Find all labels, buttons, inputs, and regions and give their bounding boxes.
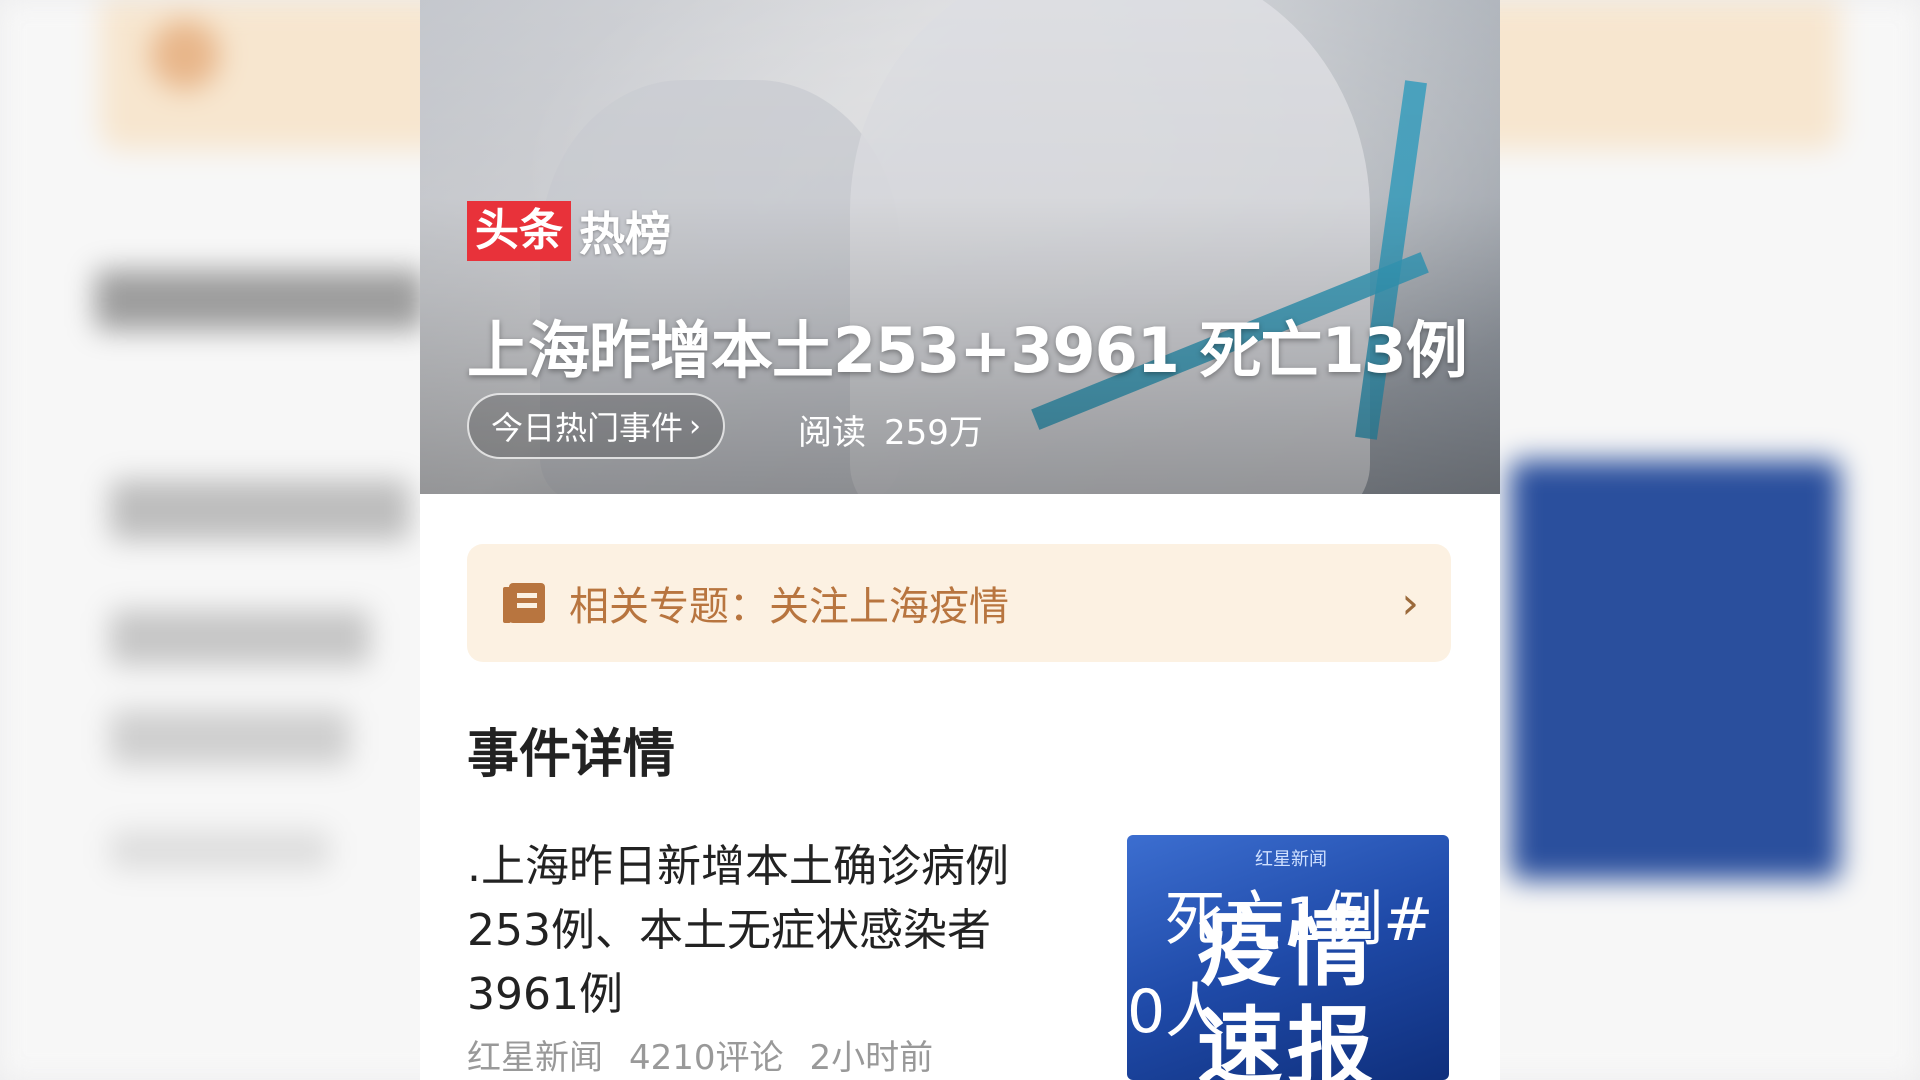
- read-count: 阅读 259万: [798, 405, 983, 454]
- blurred-text: [95, 270, 425, 330]
- hero-banner: 头条 热榜 上海昨增本土253+3961 死亡13例 今日热门事件 › 阅读 2…: [420, 0, 1500, 494]
- news-headline[interactable]: .上海昨日新增本土确诊病例253例、本土无症状感染者3961例: [467, 835, 1067, 1027]
- thumbnail-overlay-text: 0人: [1127, 977, 1226, 1047]
- related-topic-label: 相关专题：关注上海疫情: [569, 584, 1009, 630]
- chevron-right-icon: ›: [1401, 578, 1419, 629]
- hot-events-button[interactable]: 今日热门事件 ›: [467, 393, 726, 459]
- hero-title: 上海昨增本土253+3961 死亡13例: [467, 314, 1468, 387]
- phone-panel: 头条 热榜 上海昨增本土253+3961 死亡13例 今日热门事件 › 阅读 2…: [420, 0, 1500, 1080]
- toutiao-hot-logo: 头条 热榜: [467, 198, 671, 264]
- news-thumbnail[interactable]: 红星新闻 疫情 速报 死亡1例# 0人: [1127, 835, 1449, 1080]
- reads-value: 259万: [884, 413, 983, 453]
- blurred-text: [110, 480, 410, 540]
- thumbnail-source-logo: 红星新闻: [1255, 849, 1327, 870]
- section-title: 事件详情: [467, 725, 676, 785]
- blurred-text: [110, 710, 350, 765]
- blurred-icon: [150, 20, 220, 90]
- news-time: 2小时前: [809, 1038, 934, 1078]
- blurred-text: [110, 830, 330, 870]
- related-topic-card[interactable]: 相关专题：关注上海疫情 ›: [467, 544, 1451, 662]
- news-item[interactable]: .上海昨日新增本土确诊病例253例、本土无症状感染者3961例 红星新闻 421…: [467, 835, 1451, 1080]
- reads-label: 阅读: [798, 413, 866, 453]
- blurred-thumbnail: [1510, 460, 1840, 880]
- news-comments: 4210评论: [629, 1038, 784, 1078]
- blurred-text: [110, 610, 370, 665]
- hot-events-label: 今日热门事件: [491, 409, 684, 447]
- thumbnail-overlay-text: 死亡1例#: [1165, 885, 1434, 955]
- chevron-right-icon: ›: [689, 408, 702, 444]
- logo-text: 热榜: [579, 207, 671, 261]
- logo-box: 头条: [467, 201, 571, 261]
- news-meta: 红星新闻 4210评论 2小时前: [467, 1030, 933, 1079]
- news-source: 红星新闻: [467, 1038, 603, 1078]
- book-icon: [503, 581, 547, 625]
